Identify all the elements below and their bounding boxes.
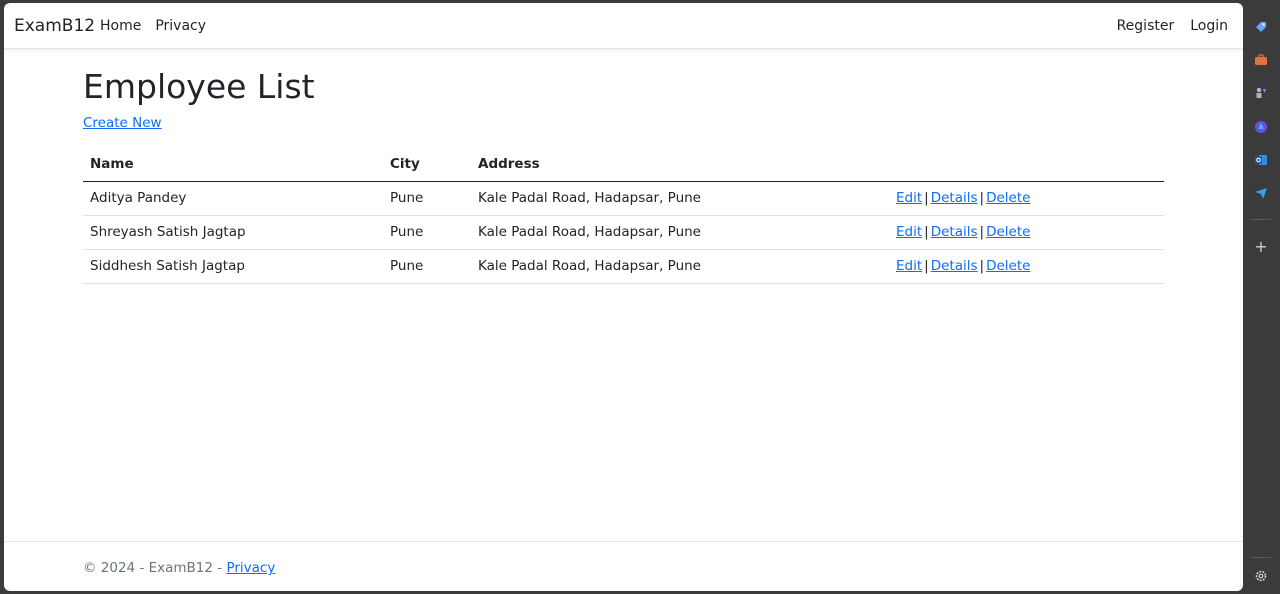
edit-link[interactable]: Edit xyxy=(896,258,922,274)
separator: | xyxy=(924,258,929,274)
copyright-text: © 2024 - ExamB12 - xyxy=(83,560,227,576)
browser-sidebar: + xyxy=(1243,0,1280,594)
add-icon[interactable]: + xyxy=(1254,237,1268,256)
header-actions xyxy=(889,149,1164,182)
separator: | xyxy=(979,258,985,274)
nav-privacy-link[interactable]: Privacy xyxy=(155,18,206,34)
header-city: City xyxy=(383,149,471,182)
briefcase-icon[interactable] xyxy=(1254,53,1268,67)
login-link[interactable]: Login xyxy=(1190,18,1228,34)
separator: | xyxy=(924,224,929,240)
create-new-link[interactable]: Create New xyxy=(83,115,162,131)
nav-home-link[interactable]: Home xyxy=(100,18,141,34)
cell-actions: Edit | Details | Delete xyxy=(889,181,1164,216)
details-link[interactable]: Details xyxy=(931,258,978,274)
table-header-row: Name City Address xyxy=(83,149,1164,182)
delete-link[interactable]: Delete xyxy=(986,224,1030,240)
sidebar-divider xyxy=(1251,557,1271,558)
table-row: Siddhesh Satish Jagtap Pune Kale Padal R… xyxy=(83,249,1164,284)
table-row: Shreyash Satish Jagtap Pune Kale Padal R… xyxy=(83,215,1164,250)
header-address: Address xyxy=(471,149,889,182)
cell-address: Kale Padal Road, Hadapsar, Pune xyxy=(471,181,889,216)
delete-link[interactable]: Delete xyxy=(986,190,1030,206)
send-icon[interactable] xyxy=(1254,186,1268,200)
cell-name: Shreyash Satish Jagtap xyxy=(83,215,383,250)
cell-address: Kale Padal Road, Hadapsar, Pune xyxy=(471,249,889,284)
sidebar-divider xyxy=(1251,219,1271,220)
footer-privacy-link[interactable]: Privacy xyxy=(226,560,275,576)
edit-link[interactable]: Edit xyxy=(896,224,922,240)
top-navbar: ExamB12 Home Privacy Register Login xyxy=(4,3,1243,49)
delete-link[interactable]: Delete xyxy=(986,258,1030,274)
cell-actions: Edit | Details | Delete xyxy=(889,215,1164,250)
main-content: Employee List Create New Name City Addre… xyxy=(83,49,1164,284)
details-link[interactable]: Details xyxy=(931,190,978,206)
settings-icon[interactable] xyxy=(1254,569,1268,583)
header-name: Name xyxy=(83,149,383,182)
separator: | xyxy=(979,224,985,240)
cell-city: Pune xyxy=(383,249,471,284)
details-link[interactable]: Details xyxy=(931,224,978,240)
footer-text: © 2024 - ExamB12 - Privacy xyxy=(83,560,275,576)
copilot-icon[interactable] xyxy=(1254,120,1268,134)
separator: | xyxy=(924,190,929,206)
outlook-icon[interactable] xyxy=(1254,153,1268,167)
cell-name: Aditya Pandey xyxy=(83,181,383,216)
browser-viewport: ExamB12 Home Privacy Register Login Empl… xyxy=(4,3,1243,591)
page-footer: © 2024 - ExamB12 - Privacy xyxy=(4,541,1243,591)
register-link[interactable]: Register xyxy=(1117,18,1175,34)
brand-link[interactable]: ExamB12 xyxy=(14,16,95,36)
cell-address: Kale Padal Road, Hadapsar, Pune xyxy=(471,215,889,250)
chess-icon[interactable] xyxy=(1254,86,1268,100)
edit-link[interactable]: Edit xyxy=(896,190,922,206)
separator: | xyxy=(979,190,985,206)
page-title: Employee List xyxy=(83,67,315,106)
cell-actions: Edit | Details | Delete xyxy=(889,249,1164,284)
table-row: Aditya Pandey Pune Kale Padal Road, Hada… xyxy=(83,181,1164,216)
nav-left-links: Home Privacy xyxy=(100,18,206,34)
tag-icon[interactable] xyxy=(1254,20,1268,34)
cell-name: Siddhesh Satish Jagtap xyxy=(83,249,383,284)
employee-table: Name City Address Aditya Pandey Pune Kal… xyxy=(83,149,1164,284)
cell-city: Pune xyxy=(383,181,471,216)
nav-right-links: Register Login xyxy=(1117,18,1228,34)
cell-city: Pune xyxy=(383,215,471,250)
